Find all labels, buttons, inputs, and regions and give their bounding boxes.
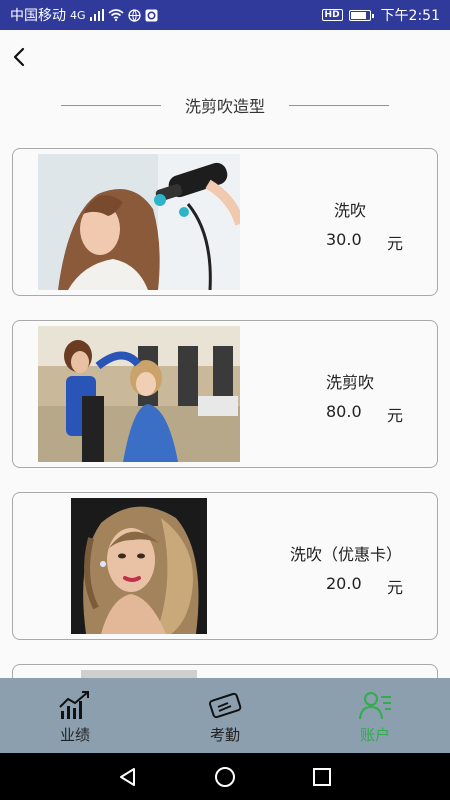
- hd-badge: HD: [321, 9, 343, 21]
- title-divider-right: [289, 104, 389, 106]
- back-button[interactable]: [6, 44, 32, 70]
- wifi-icon: [108, 9, 124, 21]
- shield-app-icon: [145, 9, 158, 21]
- circle-home-icon: [214, 766, 235, 787]
- service-card[interactable]: 洗剪吹 80.0 元: [12, 320, 438, 468]
- price-unit: 元: [387, 578, 404, 597]
- system-nav-bar: [0, 753, 450, 800]
- nav-tab-account[interactable]: 账户: [300, 678, 450, 753]
- title-divider-left: [60, 104, 161, 106]
- page-title: 洗剪吹造型: [184, 97, 265, 116]
- service-name: 洗吹: [334, 201, 367, 220]
- service-price: 80.0: [326, 402, 362, 421]
- salon-photo: [38, 326, 240, 462]
- triangle-back-icon: [120, 767, 136, 786]
- status-bar: 中国移动 4G HD 下午2:51: [0, 0, 450, 30]
- price-unit: 元: [387, 234, 404, 253]
- system-recents-button[interactable]: [307, 762, 337, 792]
- service-name: 洗吹（优惠卡）: [290, 545, 403, 564]
- nav-label: 账户: [359, 725, 390, 744]
- chart-trend-icon: [55, 687, 95, 723]
- service-card[interactable]: 洗吹（优惠卡） 20.0 元: [12, 492, 438, 640]
- chevron-left-icon: [13, 47, 25, 67]
- page-title-row: 洗剪吹造型: [0, 92, 450, 118]
- bottom-nav: 业绩 考勤 账户: [0, 678, 450, 753]
- service-price: 30.0: [326, 230, 362, 249]
- service-price: 20.0: [326, 574, 362, 593]
- nav-label: 业绩: [59, 725, 90, 744]
- user-list-icon: [355, 687, 395, 723]
- hairdryer-photo: [38, 154, 240, 290]
- system-home-button[interactable]: [210, 762, 240, 792]
- nav-tab-attendance[interactable]: 考勤: [150, 678, 300, 753]
- card-icon: [205, 687, 245, 723]
- curly-hair-portrait: [71, 498, 207, 634]
- system-back-button[interactable]: [113, 762, 143, 792]
- globe-icon: [127, 8, 141, 22]
- price-unit: 元: [387, 406, 404, 425]
- service-card[interactable]: 洗吹 30.0 元: [12, 148, 438, 296]
- network-type: 4G: [70, 8, 86, 22]
- battery-icon: [348, 9, 374, 21]
- square-recents-icon: [312, 767, 331, 786]
- signal-icon: [89, 9, 104, 21]
- service-name: 洗剪吹: [326, 373, 375, 392]
- nav-label: 考勤: [209, 725, 240, 744]
- nav-tab-performance[interactable]: 业绩: [0, 678, 150, 753]
- carrier-name: 中国移动: [10, 8, 66, 24]
- clock: 下午2:51: [380, 8, 440, 24]
